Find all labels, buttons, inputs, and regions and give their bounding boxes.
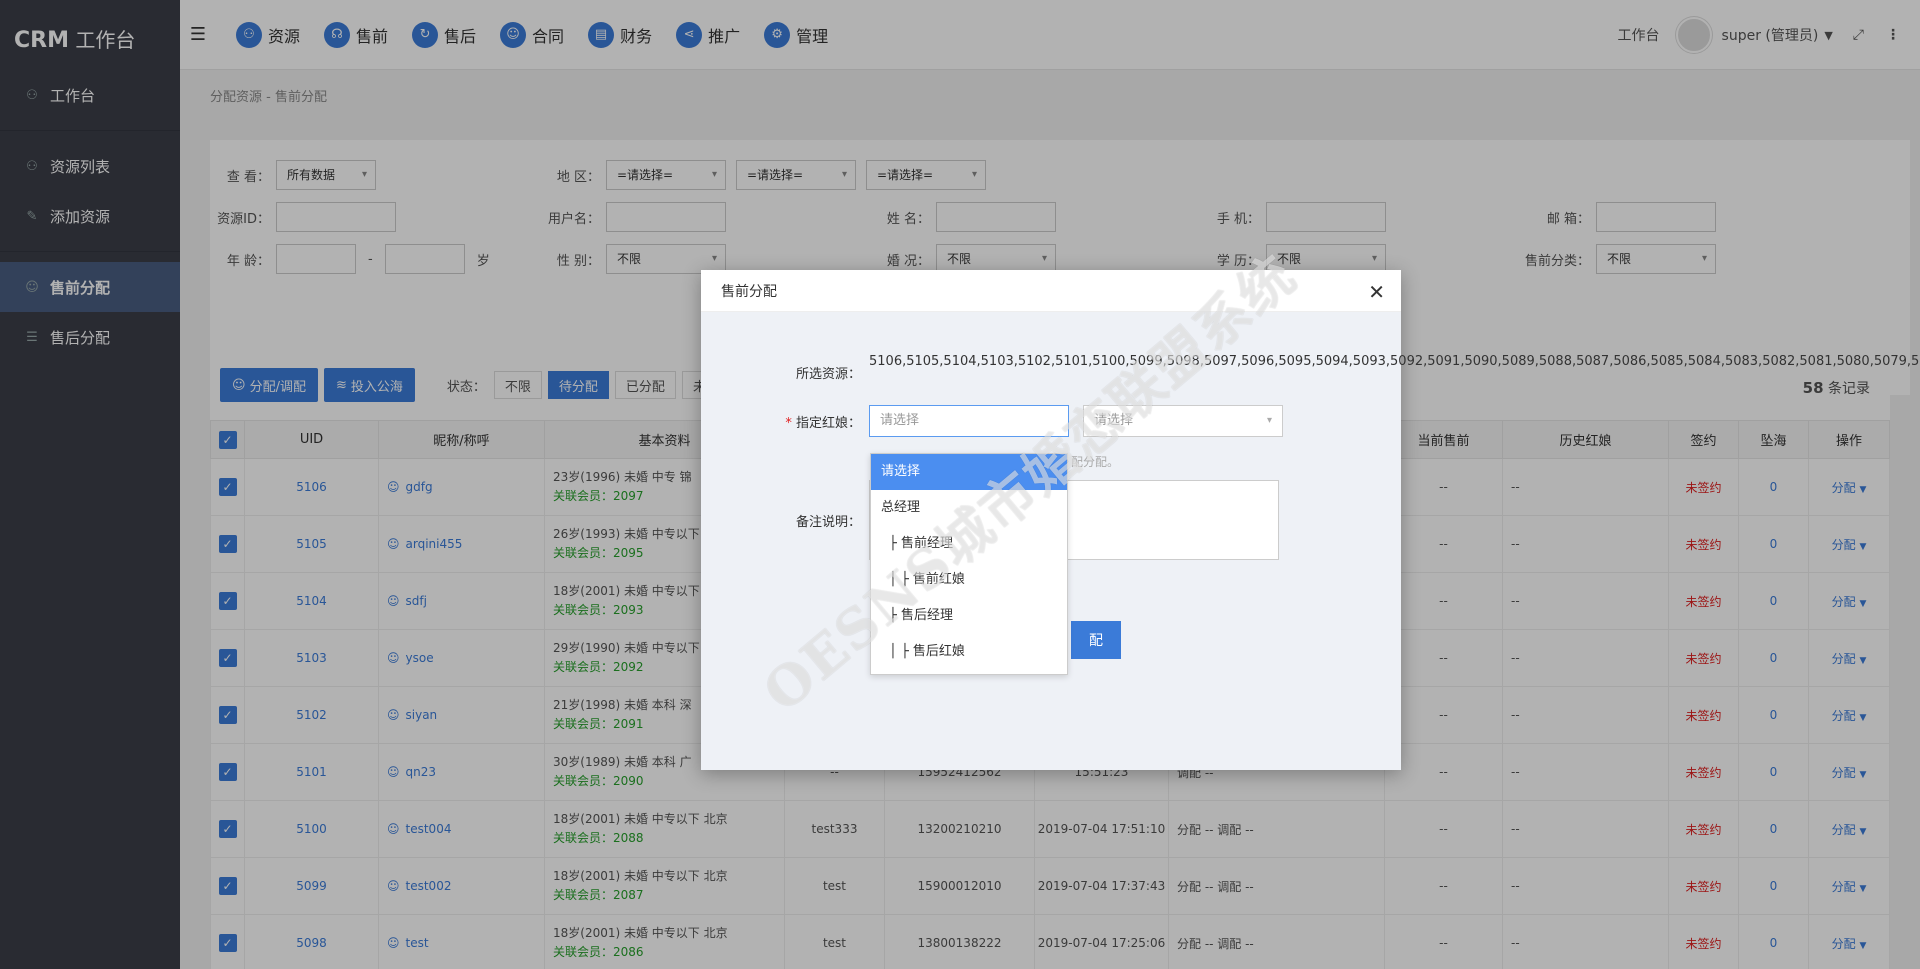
close-icon[interactable]: ✕ [1368,280,1385,304]
confirm-assign-button[interactable]: 配 [1071,621,1121,659]
resources-label: 所选资源： [795,367,861,382]
required-mark: * [785,415,792,431]
app: CRM 工作台 ⚇ 工作台 ⚇ 资源列表 ✎ 添加资源 ☺ 售前分配 ☰ 售后分配 ☰ ⚇… [0,0,1920,969]
select-placeholder: 请选择 [880,413,920,428]
modal-matchmaker-row: * 指定红娘： 请选择 请选择 ▾ [701,405,1283,437]
modal-actions: 配 [1071,621,1121,659]
chevron-down-icon: ▾ [1266,415,1272,426]
matchmaker-label: * 指定红娘： [701,412,861,431]
modal-resources-row: 所选资源： 5106,5105,5104,5103,5102,5101,5100… [701,350,1920,382]
matchmaker-label-text: 指定红娘： [795,415,861,431]
remark-label: 备注说明： [795,514,861,530]
dropdown-option[interactable]: │ ├ 售后红娘 [871,634,1067,670]
